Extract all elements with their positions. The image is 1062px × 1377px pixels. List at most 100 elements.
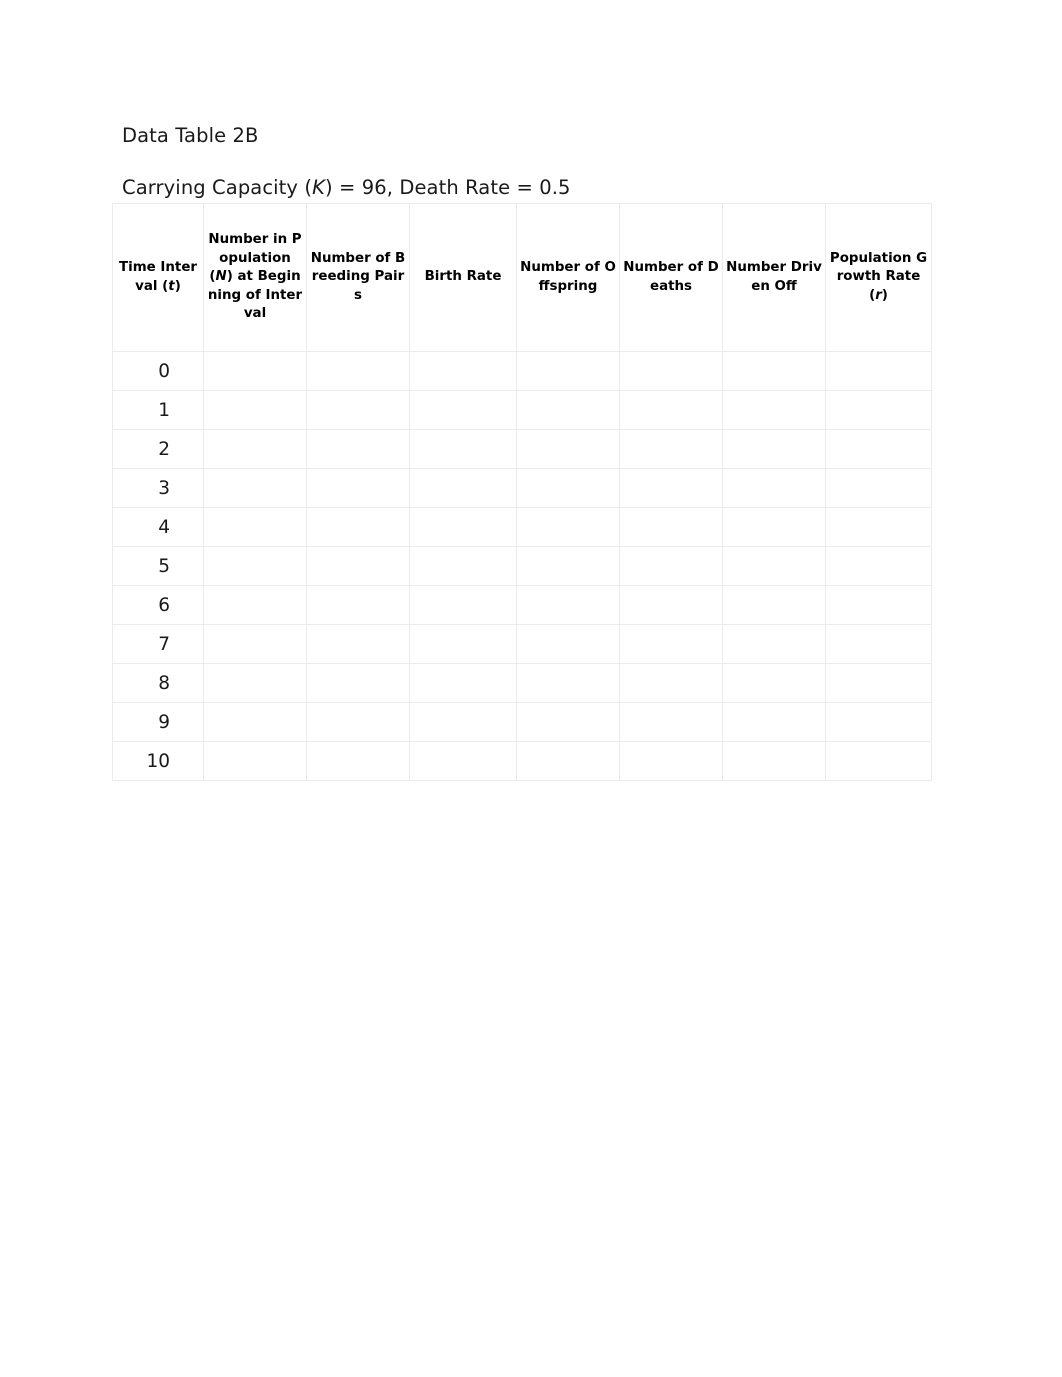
table-row: 7 (112, 624, 932, 664)
column-header-text: Birth Rate (424, 269, 502, 285)
table-cell-offspring[interactable] (516, 663, 620, 703)
table-cell-driven_off[interactable] (722, 351, 826, 391)
table-cell-offspring[interactable] (516, 390, 620, 430)
table-cell-breeding_pairs[interactable] (306, 663, 410, 703)
table-cell-offspring[interactable] (516, 624, 620, 664)
data-table-container: Time Interval (t) Number in Population (… (112, 203, 932, 781)
table-cell-time_interval: 5 (112, 546, 204, 586)
table-cell-breeding_pairs[interactable] (306, 507, 410, 547)
table-cell-offspring[interactable] (516, 741, 620, 781)
table-cell-birth_rate[interactable] (409, 351, 517, 391)
table-cell-deaths[interactable] (619, 702, 723, 742)
table-cell-growth_rate[interactable] (825, 663, 932, 703)
table-cell-breeding_pairs[interactable] (306, 429, 410, 469)
table-cell-driven_off[interactable] (722, 429, 826, 469)
table-cell-deaths[interactable] (619, 390, 723, 430)
table-cell-deaths[interactable] (619, 429, 723, 469)
table-cell-breeding_pairs[interactable] (306, 741, 410, 781)
table-row: 4 (112, 507, 932, 547)
table-cell-driven_off[interactable] (722, 507, 826, 547)
table-cell-population_n[interactable] (203, 741, 307, 781)
table-cell-population_n[interactable] (203, 390, 307, 430)
table-body: 0 1 2 3 4 5 6 7 8 9 10 (112, 351, 932, 781)
table-cell-population_n[interactable] (203, 351, 307, 391)
table-cell-breeding_pairs[interactable] (306, 702, 410, 742)
table-cell-breeding_pairs[interactable] (306, 468, 410, 508)
table-cell-population_n[interactable] (203, 507, 307, 547)
table-cell-time_interval: 0 (112, 351, 204, 391)
table-cell-offspring[interactable] (516, 429, 620, 469)
table-cell-driven_off[interactable] (722, 546, 826, 586)
table-cell-driven_off[interactable] (722, 663, 826, 703)
carrying-capacity-label: Carrying Capacity ( (122, 176, 313, 199)
table-cell-growth_rate[interactable] (825, 507, 932, 547)
table-cell-breeding_pairs[interactable] (306, 624, 410, 664)
table-cell-birth_rate[interactable] (409, 702, 517, 742)
table-cell-growth_rate[interactable] (825, 351, 932, 391)
table-cell-population_n[interactable] (203, 624, 307, 664)
page-title: Data Table 2B (122, 124, 259, 147)
table-cell-growth_rate[interactable] (825, 585, 932, 625)
column-header-text-post: ) (881, 287, 888, 303)
table-cell-offspring[interactable] (516, 702, 620, 742)
table-cell-deaths[interactable] (619, 507, 723, 547)
table-cell-birth_rate[interactable] (409, 429, 517, 469)
table-cell-deaths[interactable] (619, 351, 723, 391)
table-cell-birth_rate[interactable] (409, 507, 517, 547)
table-row: 3 (112, 468, 932, 508)
table-cell-driven_off[interactable] (722, 741, 826, 781)
table-cell-population_n[interactable] (203, 585, 307, 625)
table-cell-deaths[interactable] (619, 663, 723, 703)
data-table-2b: Time Interval (t) Number in Population (… (112, 203, 932, 781)
table-cell-deaths[interactable] (619, 624, 723, 664)
table-cell-offspring[interactable] (516, 585, 620, 625)
table-cell-growth_rate[interactable] (825, 546, 932, 586)
table-cell-deaths[interactable] (619, 741, 723, 781)
column-header-birth-rate: Birth Rate (409, 203, 517, 352)
table-cell-growth_rate[interactable] (825, 429, 932, 469)
table-header-row: Time Interval (t) Number in Population (… (112, 203, 932, 352)
table-cell-growth_rate[interactable] (825, 468, 932, 508)
document-page: Data Table 2B Carrying Capacity (K) = 96… (0, 0, 1062, 1377)
table-row: 1 (112, 390, 932, 430)
table-cell-breeding_pairs[interactable] (306, 390, 410, 430)
table-cell-birth_rate[interactable] (409, 663, 517, 703)
table-cell-breeding_pairs[interactable] (306, 546, 410, 586)
table-cell-population_n[interactable] (203, 429, 307, 469)
parameters-values: ) = 96, Death Rate = 0.5 (324, 176, 571, 199)
table-cell-population_n[interactable] (203, 546, 307, 586)
table-cell-time_interval: 8 (112, 663, 204, 703)
table-cell-population_n[interactable] (203, 702, 307, 742)
table-row: 9 (112, 702, 932, 742)
table-cell-driven_off[interactable] (722, 624, 826, 664)
table-cell-driven_off[interactable] (722, 702, 826, 742)
column-header-text-post: ) (174, 278, 181, 294)
table-cell-offspring[interactable] (516, 468, 620, 508)
column-header-symbol: N (215, 269, 227, 285)
table-cell-offspring[interactable] (516, 507, 620, 547)
table-cell-deaths[interactable] (619, 546, 723, 586)
table-cell-breeding_pairs[interactable] (306, 351, 410, 391)
table-cell-offspring[interactable] (516, 546, 620, 586)
table-cell-population_n[interactable] (203, 663, 307, 703)
table-cell-deaths[interactable] (619, 585, 723, 625)
table-cell-offspring[interactable] (516, 351, 620, 391)
table-cell-breeding_pairs[interactable] (306, 585, 410, 625)
table-cell-birth_rate[interactable] (409, 585, 517, 625)
table-cell-driven_off[interactable] (722, 585, 826, 625)
table-cell-birth_rate[interactable] (409, 546, 517, 586)
table-header: Time Interval (t) Number in Population (… (112, 203, 932, 352)
table-cell-growth_rate[interactable] (825, 702, 932, 742)
table-cell-population_n[interactable] (203, 468, 307, 508)
table-cell-growth_rate[interactable] (825, 741, 932, 781)
column-header-text: Number of Offspring (520, 260, 616, 294)
table-cell-growth_rate[interactable] (825, 624, 932, 664)
table-cell-birth_rate[interactable] (409, 741, 517, 781)
table-cell-birth_rate[interactable] (409, 390, 517, 430)
table-cell-birth_rate[interactable] (409, 624, 517, 664)
table-cell-driven_off[interactable] (722, 390, 826, 430)
table-cell-driven_off[interactable] (722, 468, 826, 508)
table-cell-growth_rate[interactable] (825, 390, 932, 430)
table-cell-deaths[interactable] (619, 468, 723, 508)
table-cell-birth_rate[interactable] (409, 468, 517, 508)
